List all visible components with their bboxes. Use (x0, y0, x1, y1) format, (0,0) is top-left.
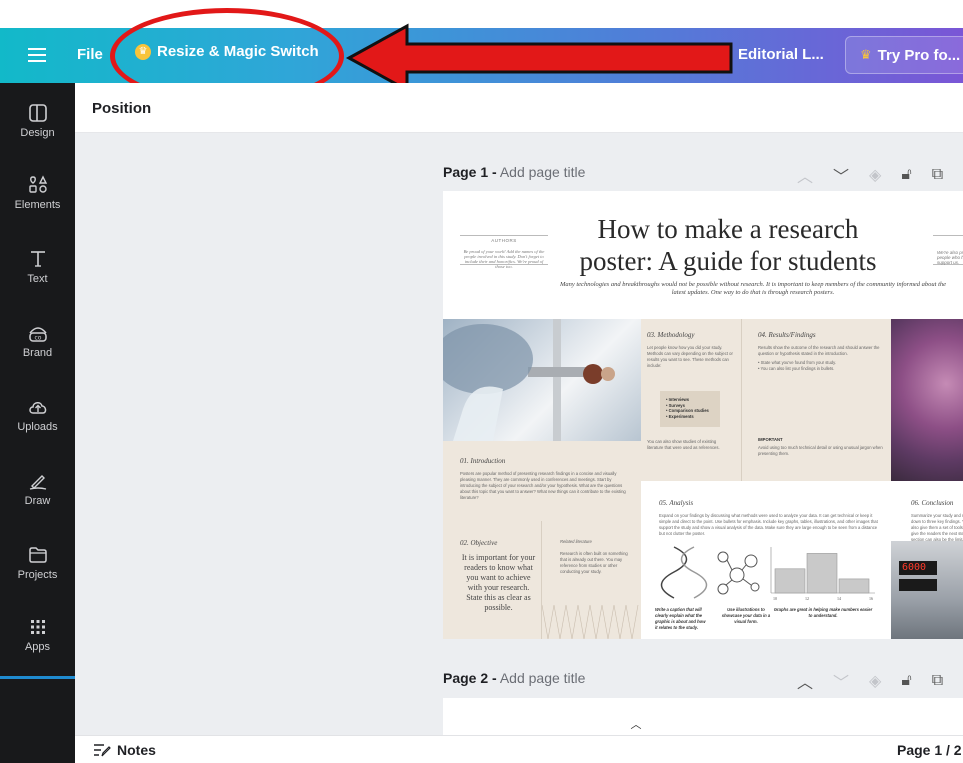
molecule-illustration (717, 551, 760, 595)
sidebar-item-label: Projects (17, 569, 58, 581)
panel-title: Position (92, 100, 152, 117)
add-page-title-1[interactable]: Add page title (500, 164, 586, 180)
graph-tick-label: 14 (837, 596, 841, 601)
top-toolbar: File ♛ Resize & Magic Switch Editorial L… (0, 28, 963, 83)
brand-icon: co (28, 327, 47, 342)
sidebar-item-label: Uploads (17, 421, 58, 433)
hide-eye-icon[interactable]: ◈ (869, 165, 881, 185)
methods-list: • Interviews • Surveys • Comparison stud… (660, 391, 720, 427)
chevron-up-icon[interactable]: ︿ (607, 716, 665, 736)
lock-icon[interactable]: 🔓︎ (901, 166, 911, 184)
file-menu[interactable]: File (77, 46, 103, 63)
page-2-tools: ︿ ﹀ ◈ 🔓︎ ⧉ (797, 669, 943, 693)
shapes-icon (28, 175, 47, 193)
text-icon (30, 251, 45, 267)
petri-dish-photo (891, 319, 963, 481)
sidebar-item-apps[interactable]: Apps (0, 617, 75, 653)
editor-canvas[interactable]: Page 1 - Add page title ︿ ﹀ ◈ 🔓︎ ⧉ AUTHO… (75, 133, 963, 735)
sidebar-item-label: Brand (22, 347, 53, 359)
sidebar-item-label: Design (20, 127, 55, 139)
sidebar-item-label: Elements (14, 199, 61, 211)
acknowledgement-box: We're also proud of the people who helpe… (933, 235, 963, 265)
upload-cloud-icon (28, 402, 46, 414)
menu-icon[interactable] (28, 44, 46, 66)
graph-bar (774, 568, 806, 594)
bottom-bar: Notes Page 1 / 2 (75, 735, 963, 763)
chevron-down-icon[interactable]: ﹀ (833, 163, 849, 187)
resize-magic-switch-button[interactable]: ♛ Resize & Magic Switch (135, 43, 319, 60)
sidebar-item-projects[interactable]: Projects (0, 545, 75, 581)
chevron-up-icon[interactable]: ︿ (797, 669, 813, 693)
lab-photo (443, 319, 641, 441)
add-page-title-2[interactable]: Add page title (500, 670, 586, 686)
authors-box: AUTHORS Be proud of your work! Add the n… (460, 235, 548, 269)
graph-tick-label: 10 (773, 596, 777, 601)
duplicate-page-icon[interactable]: ⧉ (932, 166, 943, 184)
chevron-up-icon[interactable]: ︿ (797, 163, 813, 187)
analysis-section: 05. Analysis Expand on your findings by … (641, 481, 891, 639)
poster-title: How to make a research poster: A guide f… (579, 214, 877, 276)
conclusion-section: 06. Conclusion Summarize your study and … (891, 481, 963, 554)
layout-icon (28, 104, 47, 122)
methodology-section: 03. Methodology Let people know how you … (641, 319, 741, 481)
crown-icon: ♛ (135, 43, 151, 60)
results-section: 04. Results/Findings Results show the ou… (741, 319, 891, 481)
page-2-label: Page 2 - Add page title (443, 670, 586, 686)
sidebar-divider (0, 676, 75, 679)
sidebar-item-label: Text (27, 273, 48, 285)
left-sidebar: Design Elements Text co Brand Uploads Dr… (0, 83, 75, 763)
page-counter[interactable]: Page 1 / 2 (897, 742, 962, 758)
notes-icon (94, 744, 111, 757)
graph-tick-label: 16 (869, 596, 873, 601)
page-2-canvas[interactable] (443, 698, 963, 735)
draw-icon (29, 475, 46, 490)
related-literature-section: Related literature Research is often bui… (541, 521, 641, 639)
duplicate-page-icon[interactable]: ⧉ (932, 672, 943, 690)
dna-illustration (660, 546, 708, 599)
page-1-poster[interactable]: AUTHORS Be proud of your work! Add the n… (443, 191, 963, 639)
notes-button[interactable]: Notes (93, 742, 156, 758)
graph-bar (838, 578, 870, 594)
poster-subtitle: Many technologies and breakthroughs woul… (559, 281, 947, 296)
lock-icon[interactable]: 🔓︎ (901, 672, 911, 690)
chevron-down-icon[interactable]: ﹀ (833, 669, 849, 693)
bar-graph: 10 12 14 16 (770, 547, 875, 601)
document-title[interactable]: Editorial L... (738, 46, 824, 63)
zigzag-decoration (542, 605, 639, 639)
sidebar-item-elements[interactable]: Elements (0, 175, 75, 211)
resize-label: Resize & Magic Switch (157, 43, 319, 60)
lab-device-photo: 6000 (891, 541, 963, 639)
sidebar-item-text[interactable]: Text (0, 249, 75, 285)
sidebar-item-brand[interactable]: co Brand (0, 323, 75, 359)
sidebar-item-design[interactable]: Design (0, 103, 75, 139)
introduction-section: 01. Introduction Posters are popular met… (443, 441, 641, 521)
crown-icon: ♛ (860, 47, 872, 62)
folder-icon (28, 547, 47, 563)
page-1-tools: ︿ ﹀ ◈ 🔓︎ ⧉ (797, 163, 943, 187)
graph-bar (806, 553, 838, 594)
page-1-label: Page 1 - Add page title (443, 164, 586, 180)
apps-grid-icon (30, 620, 45, 634)
try-pro-button[interactable]: ♛ Try Pro fo... (845, 36, 963, 74)
sidebar-item-label: Apps (24, 641, 51, 653)
objective-section: 02. Objective It is important for your r… (443, 521, 541, 639)
try-pro-label: Try Pro fo... (877, 46, 961, 64)
position-panel-header: Position (75, 83, 963, 133)
hide-eye-icon[interactable]: ◈ (869, 671, 881, 691)
svg-text:co: co (34, 335, 41, 342)
sidebar-item-draw[interactable]: Draw (0, 471, 75, 507)
sidebar-item-label: Draw (24, 495, 51, 507)
graph-tick-label: 12 (805, 596, 809, 601)
sidebar-item-uploads[interactable]: Uploads (0, 397, 75, 433)
